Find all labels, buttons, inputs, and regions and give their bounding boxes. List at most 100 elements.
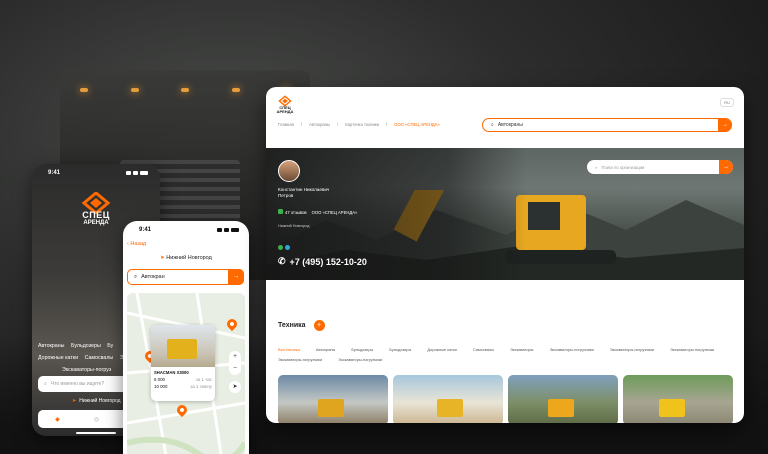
whatsapp-icon[interactable] xyxy=(278,245,283,250)
price-value: 10 000 xyxy=(154,384,168,389)
category-item[interactable]: Бу xyxy=(107,343,113,349)
owner-badges: 47 отзывов ООО «СПЕЦ АРЕНДА» xyxy=(278,209,357,215)
filter-tab[interactable]: Экскаваторы xyxy=(510,345,533,355)
city-selector[interactable]: ➤ Нижний Новгород xyxy=(72,398,121,404)
breadcrumb-separator: / xyxy=(337,122,339,127)
equipment-grid xyxy=(278,375,733,423)
search-value: Автокран xyxy=(141,274,165,280)
home-tab-icon[interactable]: ◆ xyxy=(55,416,60,423)
truck-lights xyxy=(80,88,290,92)
filter-tab[interactable]: Экскаваторы-погрузчики xyxy=(278,355,322,365)
price-unit: за 1 смену xyxy=(190,384,212,389)
filter-tab[interactable]: Бульдозеры xyxy=(389,345,411,355)
filter-tab[interactable]: Самосвалы xyxy=(473,345,494,355)
filter-tab[interactable]: Экскаваторы-погрузчики xyxy=(338,355,382,365)
listing-image xyxy=(151,325,215,367)
search-icon: ⌕ xyxy=(595,164,598,170)
language-switch[interactable]: RU xyxy=(720,98,734,107)
avatar xyxy=(278,160,300,182)
catalog-tab-icon[interactable]: ◎ xyxy=(94,416,99,423)
search-placeholder: Поиск по организации xyxy=(601,164,645,170)
search-icon: ⌕ xyxy=(44,381,47,387)
reviews-count: 47 отзывов xyxy=(285,210,307,215)
telegram-icon[interactable] xyxy=(285,245,290,250)
search-input[interactable]: ⌕ Автокраны → xyxy=(482,118,732,132)
profile-hero: Константин Николаевич Петров 47 отзывов … xyxy=(266,148,744,280)
brand-name: СПЕЦ АРЕНДА xyxy=(275,106,295,114)
equipment-card[interactable] xyxy=(278,375,388,423)
phone-map-screen: 9:41 ‹ Назад ➤ Нижний Новгород ⌕ Автокра… xyxy=(123,221,249,454)
owner-name-line: Петров xyxy=(278,193,294,198)
phone-value: +7 (495) 152-10-20 xyxy=(289,256,367,267)
brand-line: АРЕНДА xyxy=(276,109,294,114)
category-item[interactable]: Бульдозеры xyxy=(71,343,101,349)
owner-name: Константин Николаевич Петров xyxy=(278,187,348,199)
city-label: Нижний Новгород xyxy=(79,398,121,404)
price-row: 10 000 за 1 смену xyxy=(151,383,215,390)
add-equipment-button[interactable]: + xyxy=(313,320,325,331)
phone-icon: ✆ xyxy=(278,256,286,266)
category-item[interactable]: Экскаваторы-погруз xyxy=(62,367,111,373)
breadcrumb-link[interactable]: Автокраны xyxy=(309,122,330,127)
category-item[interactable]: Дорожные катки xyxy=(38,355,78,361)
city-selector[interactable]: ➤ Нижний Новгород xyxy=(123,255,249,261)
breadcrumb: Главная / Автокраны / Карточка техники /… xyxy=(278,122,440,127)
section-header: Техника + xyxy=(278,320,325,331)
search-submit-button[interactable]: → xyxy=(719,160,733,174)
search-input[interactable]: ⌕ Автокран → xyxy=(127,269,244,285)
price-value: 5 000 xyxy=(154,377,165,382)
equipment-card[interactable] xyxy=(623,375,733,423)
category-item[interactable]: Самосвалы xyxy=(85,355,114,361)
equipment-card[interactable] xyxy=(508,375,618,423)
organization-search-input[interactable]: ⌕ Поиск по организации → xyxy=(587,160,733,174)
search-placeholder: Что именно вы ищете? xyxy=(50,381,105,387)
back-button[interactable]: ‹ Назад xyxy=(127,241,146,247)
category-item[interactable]: Автокраны xyxy=(38,343,64,349)
search-value: Автокраны xyxy=(497,122,523,128)
search-submit-button[interactable]: → xyxy=(228,269,244,285)
breadcrumb-link[interactable]: Карточка техники xyxy=(345,122,379,127)
zoom-out-icon[interactable]: − xyxy=(229,363,241,375)
section-title: Техника xyxy=(278,322,306,329)
breadcrumb-current: ООО «СПЕЦ АРЕНДА» xyxy=(394,122,440,127)
brand-name: СПЕЦ xyxy=(82,210,110,220)
filter-tab[interactable]: Дорожные катки xyxy=(427,345,456,355)
filter-tab[interactable]: Экскаваторы-погрузчики xyxy=(670,345,714,355)
search-icon: ⌕ xyxy=(491,122,494,128)
phone-number[interactable]: ✆ +7 (495) 152-10-20 xyxy=(278,256,367,267)
breadcrumb-link[interactable]: Главная xyxy=(278,122,294,127)
social-icons xyxy=(278,245,290,250)
location-arrow-icon: ➤ xyxy=(72,398,77,404)
company-name[interactable]: ООО «СПЕЦ АРЕНДА» xyxy=(312,210,358,215)
filter-tab[interactable]: Вся техника xyxy=(278,345,300,355)
filter-tab[interactable]: Автокраны xyxy=(316,345,335,355)
filter-tabs: Вся техника Автокраны Бульдозеры Бульдоз… xyxy=(278,345,744,365)
price-row: 5 000 за 1 час xyxy=(151,376,215,383)
desktop-profile-page: СПЕЦ АРЕНДА RU Главная / Автокраны / Кар… xyxy=(266,87,744,423)
home-indicator xyxy=(76,432,116,434)
status-icons xyxy=(217,228,239,232)
locate-me-icon[interactable]: ➤ xyxy=(229,381,241,393)
search-icon: ⌕ xyxy=(134,273,138,280)
equipment-card[interactable] xyxy=(393,375,503,423)
status-time: 9:41 xyxy=(48,170,61,176)
city-label: Нижний Новгород xyxy=(166,255,212,261)
status-bar: 9:41 xyxy=(32,164,160,176)
breadcrumb-separator: / xyxy=(385,122,388,127)
reviews-badge[interactable]: 47 отзывов xyxy=(278,209,307,215)
listing-card[interactable]: SHACMAN X3000 5 000 за 1 час 10 000 за 1… xyxy=(151,325,215,401)
back-label: Назад xyxy=(130,241,147,247)
owner-city: Нижний Новгород xyxy=(278,224,310,228)
map-view[interactable]: SHACMAN X3000 5 000 за 1 час 10 000 за 1… xyxy=(127,293,245,454)
filter-tab[interactable]: Экскаваторы-погрузчики xyxy=(610,345,654,355)
zoom-in-icon[interactable]: + xyxy=(229,351,241,363)
status-bar: 9:41 xyxy=(123,221,249,233)
zoom-control[interactable]: + − xyxy=(229,351,241,375)
filter-tab[interactable]: Экскаваторы-погрузчики xyxy=(550,345,594,355)
filter-tab[interactable]: Бульдозеры xyxy=(351,345,373,355)
status-time: 9:41 xyxy=(139,227,152,233)
price-unit: за 1 час xyxy=(195,377,212,382)
search-submit-button[interactable]: → xyxy=(718,118,732,132)
breadcrumb-separator: / xyxy=(300,122,303,127)
listing-title: SHACMAN X3000 xyxy=(154,370,189,375)
